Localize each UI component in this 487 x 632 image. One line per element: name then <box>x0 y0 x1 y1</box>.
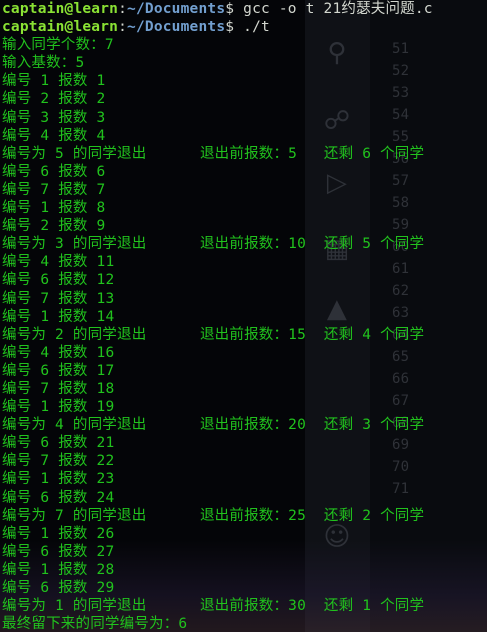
output-line: 编号 1 报数 8 <box>2 200 106 217</box>
terminal-output: captain@learn:~/Documents$ gcc -o t 21约瑟… <box>2 0 487 632</box>
prompt-symbol: $ <box>225 1 244 17</box>
output-line: 编号 2 报数 2 <box>2 91 106 108</box>
output-line: 编号 6 报数 29 <box>2 580 115 596</box>
prompt-path: ~/Documents <box>127 1 226 17</box>
prompt-path: ~/Documents <box>127 19 226 36</box>
output-line: 编号 6 报数 12 <box>2 272 115 289</box>
output-line: 编号为 2 的同学退出 退出前报数：15 还剩 4 个同学 <box>2 326 425 343</box>
output-line: 编号为 3 的同学退出 退出前报数：10 还剩 5 个同学 <box>2 236 425 253</box>
output-line: 编号 4 报数 16 <box>2 344 115 361</box>
prompt-separator: : <box>118 1 128 17</box>
output-line: 编号 6 报数 6 <box>2 163 106 180</box>
output-line: 输入基数：5 <box>2 55 85 72</box>
output-line: 编号为 5 的同学退出 退出前报数：5 还剩 6 个同学 <box>2 145 425 162</box>
command-text: ./t <box>243 19 270 36</box>
command-text: gcc -o t 21约瑟夫问题.c <box>243 1 433 17</box>
output-line: 编号 1 报数 1 <box>2 73 106 90</box>
output-line: 编号为 1 的同学退出 退出前报数：30 还剩 1 个同学 <box>2 598 425 615</box>
output-line: 编号为 7 的同学退出 退出前报数：25 还剩 2 个同学 <box>2 507 425 524</box>
output-line: 编号 4 报数 11 <box>2 254 115 271</box>
output-line: 编号 6 报数 24 <box>2 489 115 506</box>
output-line: 输入同学个数：7 <box>2 37 114 54</box>
output-line: 编号为 4 的同学退出 退出前报数：20 还剩 3 个同学 <box>2 417 425 434</box>
output-line: 编号 1 报数 28 <box>2 561 115 578</box>
output-line: 最终留下来的同学编号为：6 <box>2 616 188 632</box>
output-line: 编号 7 报数 18 <box>2 380 115 397</box>
output-line: 编号 1 报数 26 <box>2 525 115 542</box>
output-line: 编号 7 报数 22 <box>2 453 115 470</box>
prompt-user: captain@learn <box>2 1 119 17</box>
output-line: 编号 3 报数 3 <box>2 109 106 126</box>
output-line: 编号 4 报数 4 <box>2 127 106 144</box>
prompt-line: captain@learn:~/Documents$ gcc -o t 21约瑟… <box>2 0 487 18</box>
output-line: 编号 6 报数 17 <box>2 362 115 379</box>
output-line: 编号 7 报数 7 <box>2 181 106 198</box>
output-line: 编号 6 报数 21 <box>2 435 115 452</box>
prompt-user: captain@learn <box>2 19 119 36</box>
output-line: 编号 1 报数 23 <box>2 471 115 488</box>
terminal-window[interactable]: ⚲ ☍ ▷ ▦ ▲ ☺ 51 52 53 54 55 56 57 58 59 60 61 62 63 64… <box>0 0 487 632</box>
output-line: 编号 1 报数 14 <box>2 308 115 325</box>
prompt-symbol: $ <box>225 19 244 36</box>
output-line: 编号 7 报数 13 <box>2 290 115 307</box>
output-line: 编号 2 报数 9 <box>2 218 106 235</box>
output-line: 编号 6 报数 27 <box>2 543 115 560</box>
prompt-line: captain@learn:~/Documents$ ./t <box>2 18 487 36</box>
prompt-separator: : <box>118 19 128 36</box>
output-line: 编号 1 报数 19 <box>2 399 115 416</box>
